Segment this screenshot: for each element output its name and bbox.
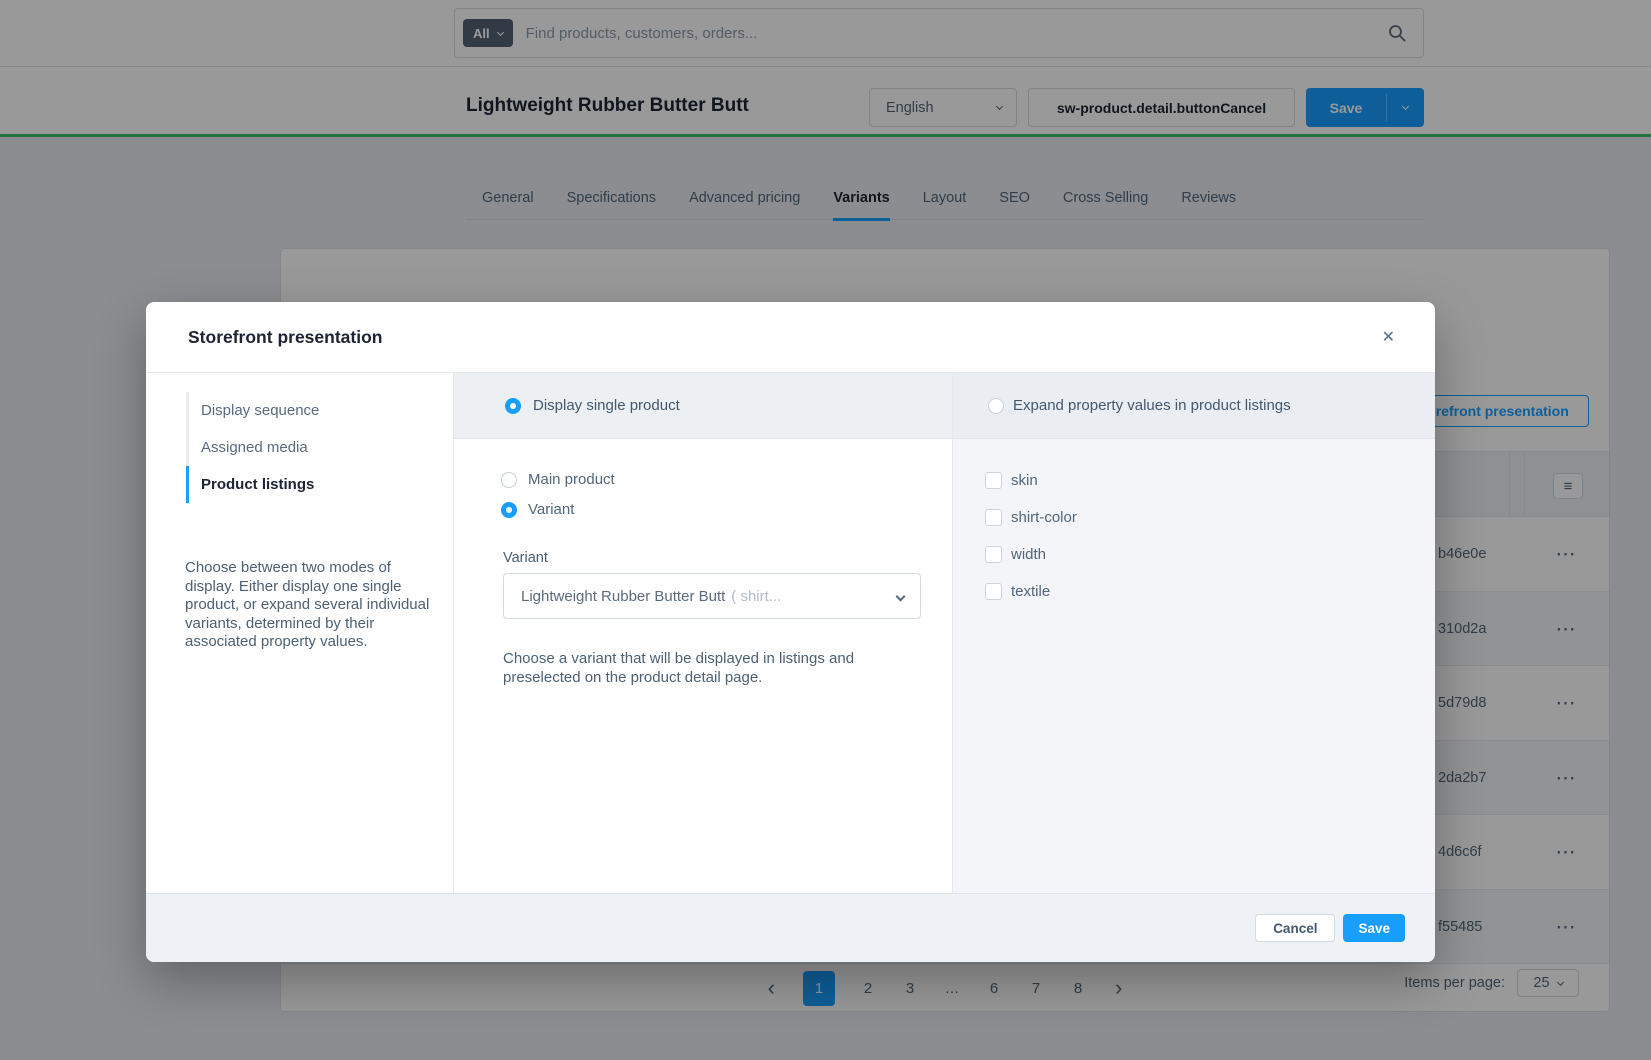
expand-properties-mode-label: Expand property values in product listin…	[1013, 397, 1291, 414]
nav-description: Choose between two modes of display. Eit…	[185, 559, 443, 652]
chevron-down-icon	[897, 587, 904, 605]
property-checklist: skin shirt-color width textile	[953, 462, 1435, 610]
variant-select[interactable]: Lightweight Rubber Butter Butt ( shirt..…	[503, 573, 921, 619]
property-label: shirt-color	[1011, 509, 1077, 526]
option-main-product[interactable]: Main product	[454, 471, 952, 488]
checkbox-textile[interactable]	[985, 583, 1002, 600]
single-product-column: Display single product Main product Vari…	[454, 373, 953, 893]
variant-option-label: Variant	[528, 501, 574, 518]
storefront-presentation-modal: Storefront presentation ✕ Display sequen…	[146, 302, 1435, 962]
main-product-label: Main product	[528, 471, 615, 488]
expand-properties-mode-row: Expand property values in product listin…	[953, 373, 1435, 439]
screen: All Find products, customers, orders... …	[0, 0, 1651, 1060]
modal-title: Storefront presentation	[188, 327, 382, 348]
radio-display-single-product[interactable]	[505, 398, 521, 414]
single-product-mode-label: Display single product	[533, 397, 680, 414]
property-label: textile	[1011, 583, 1050, 600]
option-variant[interactable]: Variant	[454, 501, 952, 518]
property-row-textile[interactable]: textile	[953, 573, 1435, 610]
checkbox-skin[interactable]	[985, 472, 1002, 489]
radio-main-product[interactable]	[501, 472, 517, 488]
checkbox-width[interactable]	[985, 546, 1002, 563]
modal-sidebar: Display sequence Assigned media Product …	[146, 373, 454, 893]
modal-cancel-button[interactable]: Cancel	[1255, 914, 1335, 942]
modal-header: Storefront presentation ✕	[146, 302, 1435, 373]
nav-item-product-listings[interactable]: Product listings	[186, 466, 453, 503]
radio-variant[interactable]	[501, 502, 517, 518]
checkbox-shirt-color[interactable]	[985, 509, 1002, 526]
expand-properties-column: Expand property values in product listin…	[953, 373, 1435, 893]
modal-nav: Display sequence Assigned media Product …	[186, 392, 453, 503]
property-label: width	[1011, 546, 1046, 563]
variant-select-value: Lightweight Rubber Butter Butt	[521, 588, 725, 605]
variant-select-hint: ( shirt...	[731, 588, 781, 605]
nav-item-display-sequence[interactable]: Display sequence	[186, 392, 453, 429]
property-row-skin[interactable]: skin	[953, 462, 1435, 499]
close-icon[interactable]: ✕	[1382, 327, 1395, 347]
variant-help-text: Choose a variant that will be displayed …	[503, 649, 897, 687]
variant-field-label: Variant	[503, 550, 952, 566]
property-row-shirt-color[interactable]: shirt-color	[953, 499, 1435, 536]
property-label: skin	[1011, 472, 1038, 489]
single-product-mode-row: Display single product	[454, 373, 952, 439]
nav-item-assigned-media[interactable]: Assigned media	[186, 429, 453, 466]
property-row-width[interactable]: width	[953, 536, 1435, 573]
modal-footer: Cancel Save	[146, 893, 1435, 962]
modal-body: Display sequence Assigned media Product …	[146, 373, 1435, 893]
radio-expand-properties[interactable]	[988, 398, 1004, 414]
modal-save-button[interactable]: Save	[1343, 914, 1405, 942]
